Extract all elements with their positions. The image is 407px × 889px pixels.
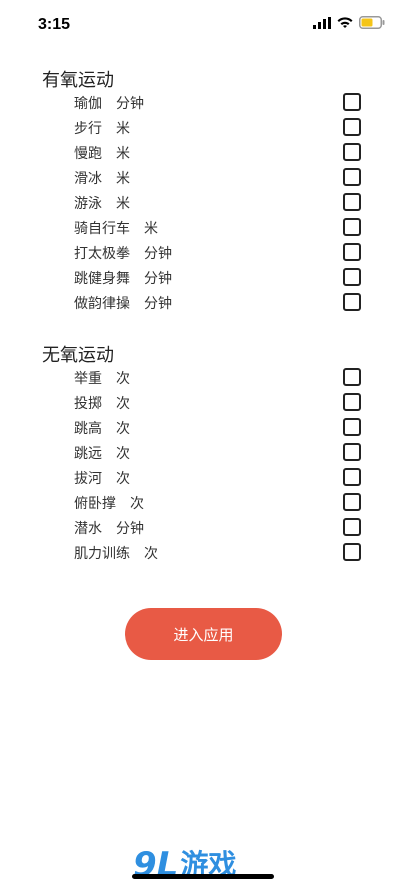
list-item: 潜水 分钟 (0, 515, 407, 540)
item-label: 跳远 次 (74, 446, 130, 462)
aerobic-section-title: 有氧运动 (42, 70, 114, 91)
list-item: 跳高 次 (0, 415, 407, 440)
checkbox[interactable] (343, 118, 361, 136)
checkbox[interactable] (343, 168, 361, 186)
list-item: 肌力训练 次 (0, 540, 407, 565)
checkbox[interactable] (343, 93, 361, 111)
checkbox[interactable] (343, 393, 361, 411)
list-item: 做韵律操 分钟 (0, 290, 407, 315)
item-label: 俯卧撑 次 (74, 496, 144, 512)
list-item: 步行 米 (0, 115, 407, 140)
checkbox[interactable] (343, 468, 361, 486)
wifi-icon (337, 16, 353, 28)
item-label: 肌力训练 次 (74, 546, 158, 562)
item-label: 慢跑 米 (74, 146, 130, 162)
item-label: 潜水 分钟 (74, 521, 144, 537)
list-item: 俯卧撑 次 (0, 490, 407, 515)
item-label: 瑜伽 分钟 (74, 96, 144, 112)
list-item: 游泳 米 (0, 190, 407, 215)
list-item: 举重 次 (0, 365, 407, 390)
home-indicator (132, 874, 274, 879)
anaerobic-section-title: 无氧运动 (42, 345, 114, 366)
item-label: 举重 次 (74, 371, 130, 387)
status-time: 3:15 (38, 16, 71, 33)
item-label: 拔河 次 (74, 471, 130, 487)
checkbox[interactable] (343, 293, 361, 311)
item-label: 滑冰 米 (74, 171, 130, 187)
item-label: 跳健身舞 分钟 (74, 271, 172, 287)
item-label: 骑自行车 米 (74, 221, 158, 237)
enter-app-button[interactable]: 进入应用 (125, 608, 282, 660)
list-item: 打太极拳 分钟 (0, 240, 407, 265)
list-item: 慢跑 米 (0, 140, 407, 165)
list-item: 跳远 次 (0, 440, 407, 465)
checkbox[interactable] (343, 418, 361, 436)
item-label: 步行 米 (74, 121, 130, 137)
checkbox[interactable] (343, 443, 361, 461)
checkbox[interactable] (343, 543, 361, 561)
item-label: 跳高 次 (74, 421, 130, 437)
status-bar: 3:15 (0, 0, 407, 52)
item-label: 打太极拳 分钟 (74, 246, 172, 262)
checkbox[interactable] (343, 218, 361, 236)
checkbox[interactable] (343, 243, 361, 261)
checkbox[interactable] (343, 193, 361, 211)
battery-icon (359, 16, 385, 29)
checkbox[interactable] (343, 518, 361, 536)
item-label: 游泳 米 (74, 196, 130, 212)
list-item: 骑自行车 米 (0, 215, 407, 240)
list-item: 瑜伽 分钟 (0, 90, 407, 115)
item-label: 投掷 次 (74, 396, 130, 412)
checkbox[interactable] (343, 268, 361, 286)
list-item: 拔河 次 (0, 465, 407, 490)
checkbox[interactable] (343, 493, 361, 511)
checkbox[interactable] (343, 368, 361, 386)
list-item: 跳健身舞 分钟 (0, 265, 407, 290)
status-icons (313, 16, 385, 29)
list-item: 滑冰 米 (0, 165, 407, 190)
signal-icon (313, 16, 331, 29)
checkbox[interactable] (343, 143, 361, 161)
item-label: 做韵律操 分钟 (74, 296, 172, 312)
list-item: 投掷 次 (0, 390, 407, 415)
